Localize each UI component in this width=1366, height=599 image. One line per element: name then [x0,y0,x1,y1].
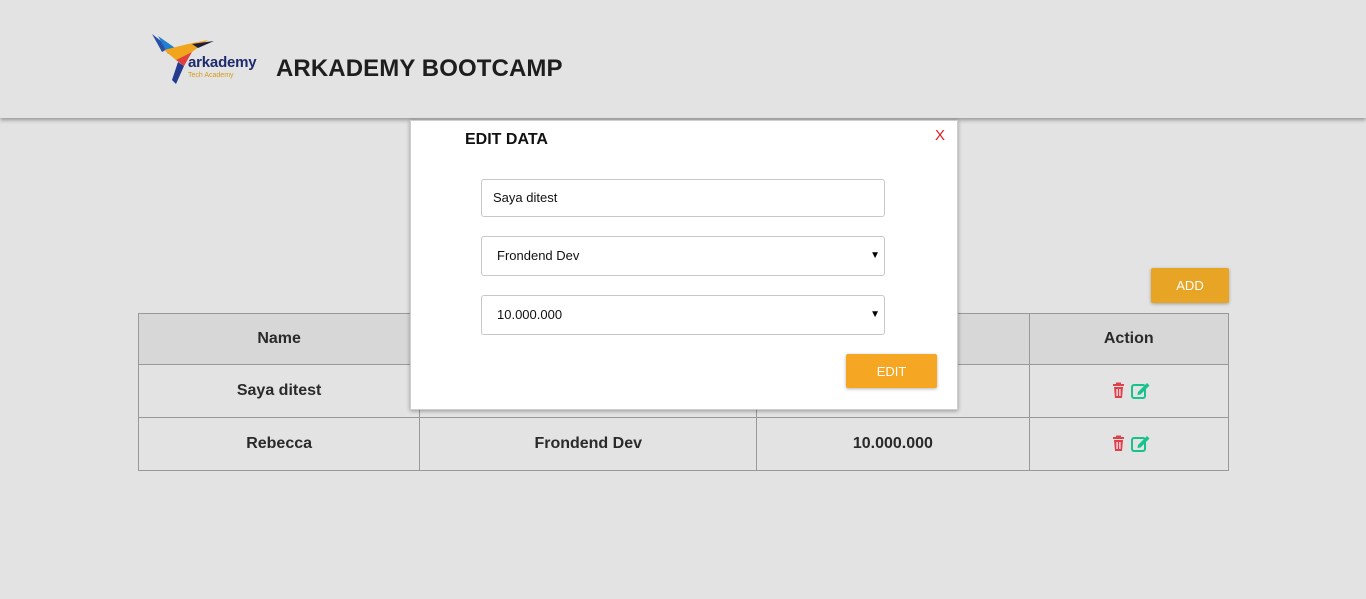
salary-select[interactable]: 10.000.000 ▼ [481,295,885,335]
trash-icon[interactable] [1110,435,1127,452]
salary-select-value: 10.000.000 [497,307,563,322]
edit-submit-button[interactable]: EDIT [846,354,937,388]
brand-title: ARKADEMY BOOTCAMP [276,55,563,82]
column-header-name: Name [137,313,421,365]
edit-icon[interactable] [1130,435,1150,453]
cell-job: Frondend Dev [419,417,758,471]
trash-icon[interactable] [1110,382,1127,399]
arkademy-logo[interactable]: arkademy Tech Academy [148,30,263,86]
add-button[interactable]: ADD [1151,268,1229,303]
top-header: arkademy Tech Academy ARKADEMY BOOTCAMP [0,0,1366,118]
cell-salary: 10.000.000 [756,417,1030,471]
logo-word: arkademy [188,54,257,71]
logo-subtitle: Tech Academy [188,72,234,79]
cell-name: Rebecca [137,417,421,471]
job-select[interactable]: Frondend Dev ▼ [481,236,885,276]
edit-data-modal: EDIT DATA X Saya ditest Frondend Dev ▼ 1… [410,120,958,410]
modal-title: EDIT DATA [465,131,548,148]
table-row: Rebecca Frondend Dev 10.000.000 [137,417,1230,471]
cell-name: Saya ditest [137,364,421,418]
edit-icon[interactable] [1130,382,1150,400]
name-input[interactable]: Saya ditest [481,179,885,217]
job-select-value: Frondend Dev [497,248,580,263]
close-icon[interactable]: X [935,127,945,144]
cell-action [1028,417,1230,471]
chevron-down-icon: ▼ [870,250,880,261]
cell-action [1028,364,1230,418]
column-header-action: Action [1028,313,1230,365]
chevron-down-icon: ▼ [870,309,880,320]
